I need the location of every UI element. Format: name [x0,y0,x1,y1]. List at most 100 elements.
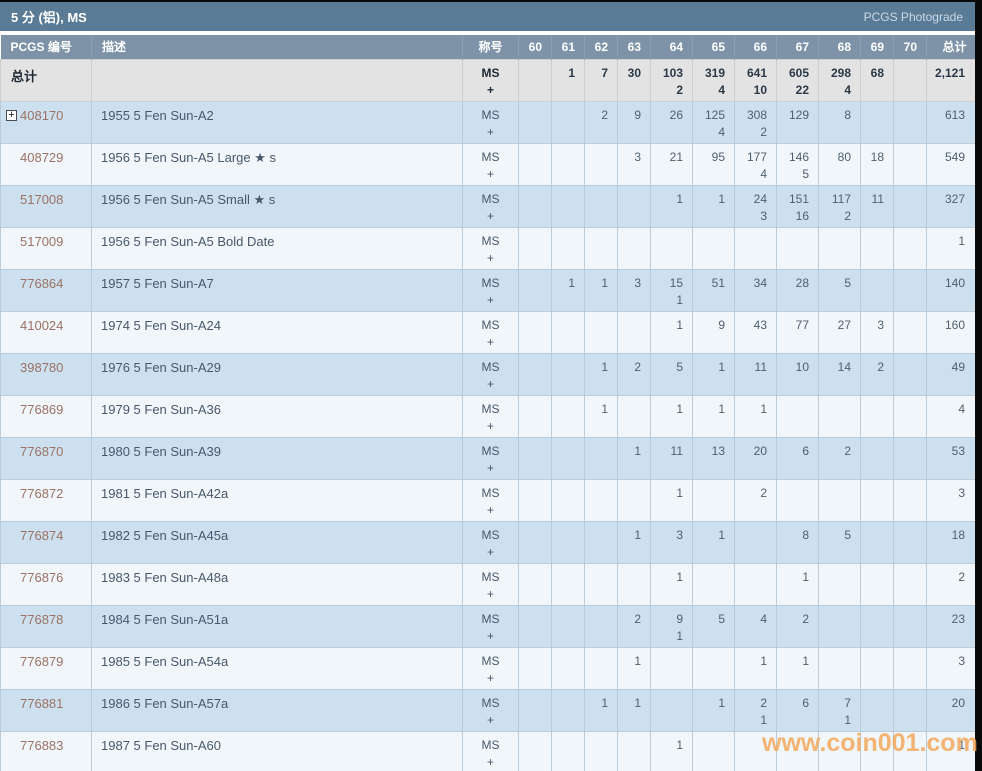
pcgs-number-link[interactable]: 776869 [20,402,63,417]
grade-count-cell: 1 [617,520,651,564]
grade-count-cell: 9 [692,310,735,354]
pcgs-number-link[interactable]: 776879 [20,654,63,669]
grade-count-cell: 117 2 [818,184,861,228]
pcgs-number-link[interactable]: 410024 [20,318,63,333]
grade-count-cell [650,226,693,270]
grade-count-cell: 8 [776,520,819,564]
grade-count-cell: 80 [818,142,861,186]
grade-count-cell [893,184,927,228]
grade-count-cell [551,730,585,771]
pcgs-number-cell: 517009 [0,226,92,270]
column-header-description: 描述 [91,35,463,59]
grade-count-cell [734,562,777,606]
coin-description: 1956 5 Fen Sun-A5 Bold Date [91,226,463,270]
grade-count-cell [518,604,552,648]
grade-count-cell: 30 [617,58,651,102]
grade-count-cell: 14 [818,352,861,396]
grade-count-cell: 2 [584,100,618,144]
grade-count-cell [692,562,735,606]
grade-count-cell [893,142,927,186]
table-row: 517009 1956 5 Fen Sun-A5 Bold Date MS + 1 [0,226,975,270]
grade-count-cell [893,268,927,312]
grade-count-cell: 1 [692,520,735,564]
grade-count-cell: 177 4 [734,142,777,186]
grade-count-cell [551,520,585,564]
grade-count-cell: 7 [584,58,618,102]
row-total: 3 [926,478,975,522]
grade-count-cell: 1 [584,688,618,732]
pcgs-number-link[interactable]: 776876 [20,570,63,585]
coin-description: 1981 5 Fen Sun-A42a [91,478,463,522]
pcgs-number-cell: 776874 [0,520,92,564]
table-row: 776872 1981 5 Fen Sun-A42a MS + 1 2 3 [0,478,975,522]
grade-count-cell: 2 [734,478,777,522]
expand-icon[interactable]: + [6,109,17,121]
grade-count-cell: 1 [551,268,585,312]
pcgs-number-link[interactable]: 776864 [20,276,63,291]
grade-count-cell: 77 [776,310,819,354]
grade-count-cell: 27 [818,310,861,354]
designation-cell: MS + [462,436,519,480]
designation-cell: MS + [462,226,519,270]
grade-count-cell [584,604,618,648]
grade-count-cell [551,310,585,354]
pcgs-number-link[interactable]: 517008 [20,192,63,207]
grade-count-cell: 20 [734,436,777,480]
pcgs-number-cell: 776864 [0,268,92,312]
designation-cell: MS + [462,100,519,144]
grade-count-cell [518,478,552,522]
grade-count-cell: 1 [692,688,735,732]
table-row: 517008 1956 5 Fen Sun-A5 Small ★ s MS +1 1 24… [0,184,975,228]
grade-count-cell: 1 [650,730,693,771]
grade-count-cell: 1 [776,562,819,606]
pcgs-number-link[interactable]: 776874 [20,528,63,543]
grade-count-cell [518,310,552,354]
grade-count-cell: 3 [617,268,651,312]
grade-count-cell [584,436,618,480]
grade-count-cell [551,688,585,732]
grade-count-cell [860,268,894,312]
grade-count-cell: 1 [650,478,693,522]
grade-count-cell [893,352,927,396]
grade-count-cell [650,646,693,690]
coin-description: 1976 5 Fen Sun-A29 [91,352,463,396]
pcgs-number-link[interactable]: 776870 [20,444,63,459]
grade-count-cell [584,226,618,270]
grade-count-cell [584,646,618,690]
pcgs-number-cell: 410024 [0,310,92,354]
grade-count-cell [518,226,552,270]
grade-count-cell: 15 1 [650,268,693,312]
grade-count-cell [860,226,894,270]
pcgs-number-link[interactable]: 776872 [20,486,63,501]
coin-description: 1982 5 Fen Sun-A45a [91,520,463,564]
column-header-64: 64 [650,35,693,59]
grade-count-cell: 308 2 [734,100,777,144]
grade-count-cell [518,562,552,606]
grade-count-cell: 11 [860,184,894,228]
photograde-link[interactable]: PCGS Photograde [864,10,963,24]
pcgs-number-link[interactable]: 776883 [20,738,63,753]
column-header-62: 62 [584,35,618,59]
grade-count-cell [518,520,552,564]
pcgs-number-link[interactable]: 776881 [20,696,63,711]
pcgs-number-link[interactable]: 517009 [20,234,63,249]
page-title: 5 分 (铝), MS [11,10,87,25]
grade-count-cell [734,226,777,270]
grade-count-cell: 21 [734,688,777,732]
pcgs-number-link[interactable]: 398780 [20,360,63,375]
table-row: 776864 1957 5 Fen Sun-A7 MS + 1 1 3 15 1 51 34 28 5 1… [0,268,975,312]
coin-description [91,58,463,102]
table-row: 776879 1985 5 Fen Sun-A54a MS +1 1 1 3 [0,646,975,690]
grade-count-cell [518,688,552,732]
page: 5 分 (铝), MS PCGS Photograde PCGS 编号 描述 称… [0,0,982,771]
grade-count-cell [818,394,861,438]
pcgs-number-link[interactable]: 776878 [20,612,63,627]
grade-count-cell [860,394,894,438]
designation-cell: MS + [462,646,519,690]
pcgs-number-link[interactable]: 408729 [20,150,63,165]
designation-cell: MS + [462,478,519,522]
coin-description: 1984 5 Fen Sun-A51a [91,604,463,648]
grade-count-cell [617,394,651,438]
pcgs-number-link[interactable]: 408170 [20,108,63,123]
column-header-70: 70 [893,35,927,59]
